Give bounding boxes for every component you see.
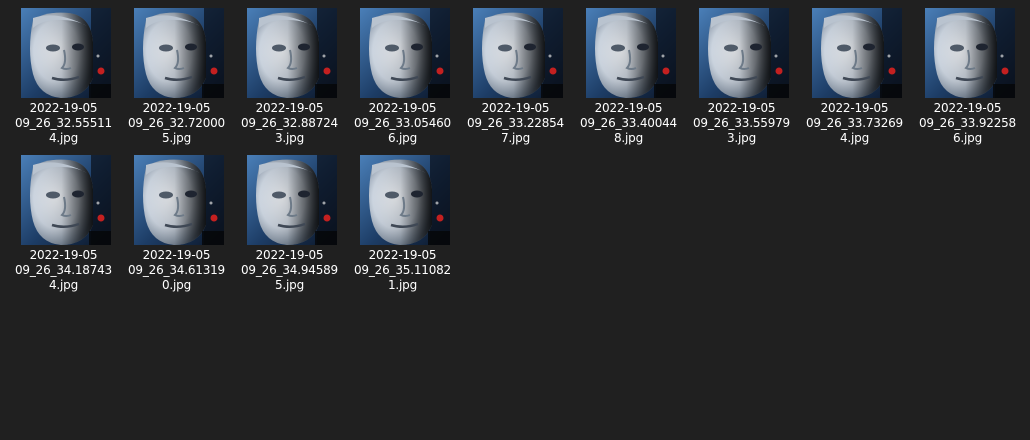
file-thumbnail[interactable] [812, 8, 902, 98]
face-photo-icon [925, 8, 1015, 98]
file-item[interactable]: 2022-19-05 09_26_33.22854 7.jpg [463, 8, 568, 148]
face-photo-icon [134, 8, 224, 98]
file-item[interactable]: 2022-19-05 09_26_32.88724 3.jpg [237, 8, 342, 148]
file-item[interactable]: 2022-19-05 09_26_33.05460 6.jpg [350, 8, 455, 148]
file-name-label: 2022-19-05 09_26_33.92258 6.jpg [919, 101, 1016, 145]
face-photo-icon [812, 8, 902, 98]
file-name-label: 2022-19-05 09_26_33.05460 6.jpg [354, 101, 451, 145]
file-item[interactable]: 2022-19-05 09_26_33.92258 6.jpg [915, 8, 1020, 148]
file-thumbnail[interactable] [925, 8, 1015, 98]
file-name-label: 2022-19-05 09_26_33.22854 7.jpg [467, 101, 564, 145]
file-item[interactable]: 2022-19-05 09_26_32.72000 5.jpg [124, 8, 229, 148]
file-name-label: 2022-19-05 09_26_33.73269 4.jpg [806, 101, 903, 145]
face-photo-icon [247, 8, 337, 98]
file-name-label: 2022-19-05 09_26_33.55979 3.jpg [693, 101, 790, 145]
file-item[interactable]: 2022-19-05 09_26_33.40044 8.jpg [576, 8, 681, 148]
face-photo-icon [134, 155, 224, 245]
file-thumbnail[interactable] [247, 8, 337, 98]
face-photo-icon [586, 8, 676, 98]
file-thumbnail[interactable] [134, 8, 224, 98]
file-thumbnail[interactable] [21, 8, 111, 98]
file-item[interactable]: 2022-19-05 09_26_33.55979 3.jpg [689, 8, 794, 148]
file-thumbnail[interactable] [247, 155, 337, 245]
file-name-label: 2022-19-05 09_26_34.94589 5.jpg [241, 248, 338, 292]
file-name-label: 2022-19-05 09_26_34.61319 0.jpg [128, 248, 225, 292]
face-photo-icon [360, 8, 450, 98]
file-thumbnail[interactable] [473, 8, 563, 98]
file-thumbnail[interactable] [134, 155, 224, 245]
face-photo-icon [247, 155, 337, 245]
file-thumbnail[interactable] [699, 8, 789, 98]
file-item[interactable]: 2022-19-05 09_26_32.55511 4.jpg [11, 8, 116, 148]
face-photo-icon [21, 155, 111, 245]
file-item[interactable]: 2022-19-05 09_26_34.18743 4.jpg [11, 155, 116, 295]
file-thumbnail[interactable] [360, 155, 450, 245]
file-name-label: 2022-19-05 09_26_32.88724 3.jpg [241, 101, 338, 145]
file-name-label: 2022-19-05 09_26_32.72000 5.jpg [128, 101, 225, 145]
file-thumbnail[interactable] [21, 155, 111, 245]
file-grid: 2022-19-05 09_26_32.55511 4.jpg 2022-19-… [0, 0, 1030, 440]
face-photo-icon [360, 155, 450, 245]
file-item[interactable]: 2022-19-05 09_26_34.94589 5.jpg [237, 155, 342, 295]
file-thumbnail[interactable] [586, 8, 676, 98]
file-item[interactable]: 2022-19-05 09_26_33.73269 4.jpg [802, 8, 907, 148]
face-photo-icon [21, 8, 111, 98]
face-photo-icon [473, 8, 563, 98]
file-name-label: 2022-19-05 09_26_32.55511 4.jpg [15, 101, 112, 145]
file-item[interactable]: 2022-19-05 09_26_34.61319 0.jpg [124, 155, 229, 295]
face-photo-icon [699, 8, 789, 98]
file-name-label: 2022-19-05 09_26_35.11082 1.jpg [354, 248, 451, 292]
file-item[interactable]: 2022-19-05 09_26_35.11082 1.jpg [350, 155, 455, 295]
file-name-label: 2022-19-05 09_26_33.40044 8.jpg [580, 101, 677, 145]
file-name-label: 2022-19-05 09_26_34.18743 4.jpg [15, 248, 112, 292]
file-thumbnail[interactable] [360, 8, 450, 98]
